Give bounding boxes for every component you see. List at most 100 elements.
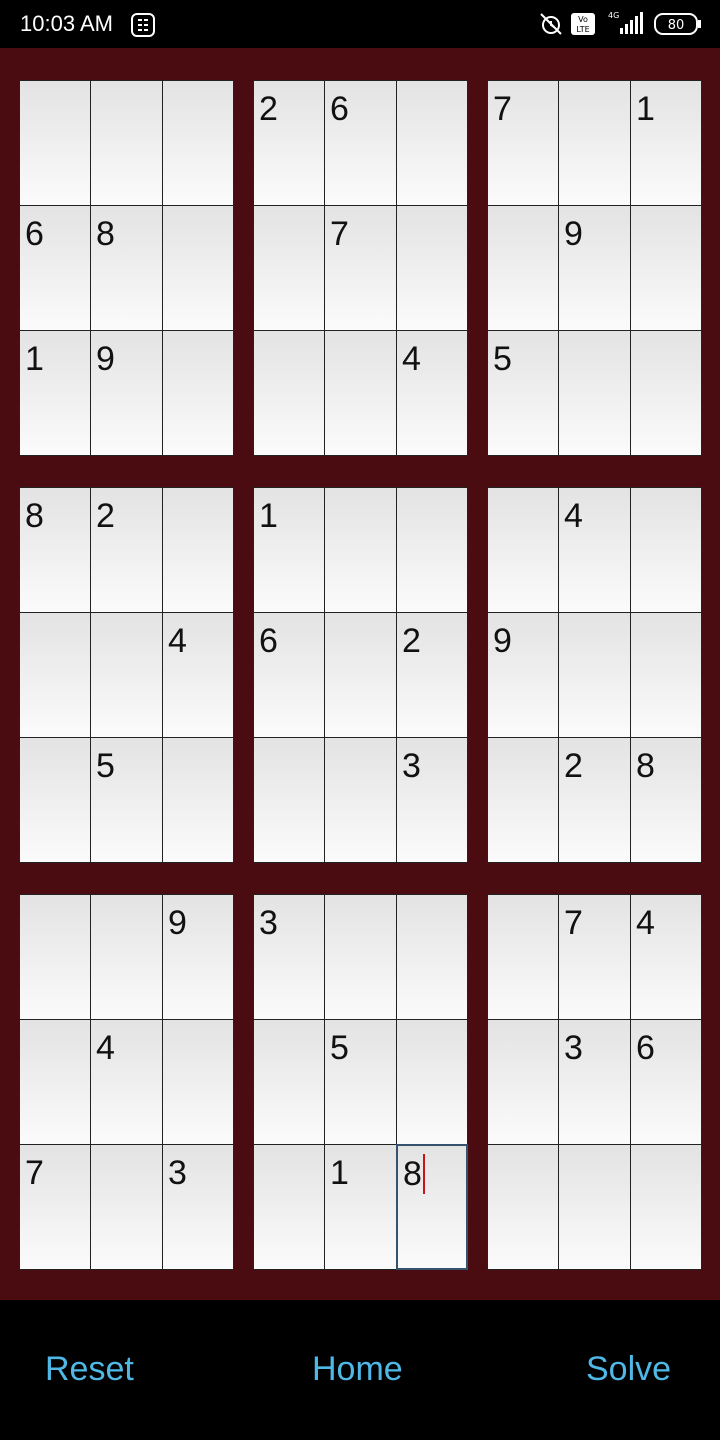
sudoku-cell[interactable]: 6 (19, 205, 91, 331)
sudoku-cell[interactable]: 4 (558, 487, 631, 613)
sudoku-cell[interactable] (487, 894, 559, 1020)
sudoku-cell[interactable] (19, 612, 91, 738)
sudoku-cell[interactable]: 2 (396, 612, 468, 738)
sudoku-cell[interactable] (324, 894, 397, 1020)
sudoku-cell[interactable]: 1 (630, 80, 702, 206)
sudoku-cell[interactable]: 4 (90, 1019, 163, 1145)
cell-value: 9 (168, 904, 187, 942)
sudoku-cell[interactable]: 1 (253, 487, 325, 613)
sudoku-cell[interactable]: 3 (558, 1019, 631, 1145)
sudoku-cell[interactable] (630, 1144, 702, 1270)
sudoku-cell[interactable] (630, 612, 702, 738)
signal-icon: 4G (602, 10, 646, 41)
sudoku-cell[interactable]: 5 (90, 737, 163, 863)
sudoku-cell[interactable] (487, 205, 559, 331)
sudoku-cell[interactable] (162, 80, 234, 206)
sudoku-cell[interactable]: 2 (558, 737, 631, 863)
sudoku-cell[interactable] (487, 487, 559, 613)
sudoku-cell[interactable] (487, 737, 559, 863)
sudoku-cell[interactable] (90, 612, 163, 738)
sudoku-cell[interactable]: 5 (487, 330, 559, 456)
sudoku-cell[interactable]: 7 (324, 205, 397, 331)
sudoku-cell[interactable]: 8 (630, 737, 702, 863)
status-time: 10:03 AM (20, 11, 113, 36)
sudoku-cell[interactable]: 6 (324, 80, 397, 206)
sudoku-cell[interactable] (630, 205, 702, 331)
cell-value: 8 (96, 215, 115, 253)
sudoku-cell[interactable]: 8 (396, 1144, 468, 1270)
sudoku-cell[interactable] (396, 894, 468, 1020)
sudoku-cell[interactable]: 3 (396, 737, 468, 863)
sudoku-cell[interactable] (396, 1019, 468, 1145)
cell-value: 5 (330, 1029, 349, 1067)
cell-value: 6 (330, 90, 349, 128)
sudoku-cell[interactable] (253, 1144, 325, 1270)
sudoku-cell[interactable]: 4 (396, 330, 468, 456)
sudoku-cell[interactable]: 1 (324, 1144, 397, 1270)
cell-value: 7 (330, 215, 349, 253)
sudoku-cell[interactable] (630, 487, 702, 613)
svg-text:Vo: Vo (578, 15, 588, 24)
home-button[interactable]: Home (312, 1350, 403, 1389)
sudoku-cell[interactable] (558, 330, 631, 456)
sudoku-cell[interactable] (396, 487, 468, 613)
sudoku-cell[interactable]: 9 (487, 612, 559, 738)
sudoku-cell[interactable] (558, 80, 631, 206)
sudoku-cell[interactable] (324, 487, 397, 613)
sudoku-cell[interactable]: 9 (558, 205, 631, 331)
sudoku-cell[interactable] (558, 1144, 631, 1270)
sudoku-cell[interactable] (19, 737, 91, 863)
cell-value: 8 (403, 1155, 422, 1193)
sudoku-cell[interactable] (487, 1019, 559, 1145)
sudoku-cell[interactable]: 9 (90, 330, 163, 456)
sudoku-cell[interactable] (19, 894, 91, 1020)
status-bar: 10:03 AM Vo LTE 4G 80 (0, 0, 720, 48)
sudoku-cell[interactable] (162, 205, 234, 331)
sudoku-cell[interactable] (558, 612, 631, 738)
sudoku-cell[interactable] (324, 330, 397, 456)
sudoku-cell[interactable]: 9 (162, 894, 234, 1020)
sudoku-cell[interactable] (324, 737, 397, 863)
sudoku-cell[interactable] (19, 80, 91, 206)
cell-value: 1 (330, 1154, 349, 1192)
sudoku-cell[interactable]: 6 (630, 1019, 702, 1145)
sudoku-cell[interactable]: 8 (90, 205, 163, 331)
sudoku-cell[interactable] (253, 737, 325, 863)
sudoku-cell[interactable] (162, 1019, 234, 1145)
sudoku-cell[interactable]: 2 (253, 80, 325, 206)
solve-button[interactable]: Solve (586, 1350, 671, 1389)
sudoku-cell[interactable] (90, 1144, 163, 1270)
sudoku-cell[interactable] (324, 612, 397, 738)
sudoku-cell[interactable]: 3 (253, 894, 325, 1020)
sudoku-cell[interactable] (396, 205, 468, 331)
sudoku-cell[interactable] (90, 894, 163, 1020)
sudoku-cell[interactable] (253, 1019, 325, 1145)
sudoku-cell[interactable]: 3 (162, 1144, 234, 1270)
sudoku-cell[interactable] (630, 330, 702, 456)
reset-button[interactable]: Reset (45, 1350, 134, 1389)
cell-value: 6 (25, 215, 44, 253)
sudoku-cell[interactable]: 7 (19, 1144, 91, 1270)
sudoku-cell[interactable]: 5 (324, 1019, 397, 1145)
sudoku-cell[interactable] (253, 205, 325, 331)
sudoku-cell[interactable]: 7 (558, 894, 631, 1020)
cell-value: 3 (259, 904, 278, 942)
sudoku-cell[interactable]: 6 (253, 612, 325, 738)
cell-value: 9 (493, 622, 512, 660)
sudoku-cell[interactable]: 4 (162, 612, 234, 738)
sudoku-cell[interactable]: 4 (630, 894, 702, 1020)
sudoku-cell[interactable] (396, 80, 468, 206)
sudoku-cell[interactable]: 7 (487, 80, 559, 206)
sudoku-cell[interactable] (253, 330, 325, 456)
sudoku-cell[interactable]: 1 (19, 330, 91, 456)
sudoku-cell[interactable] (19, 1019, 91, 1145)
sudoku-cell[interactable] (487, 1144, 559, 1270)
sudoku-cell[interactable] (162, 487, 234, 613)
cell-value: 4 (96, 1029, 115, 1067)
sudoku-cell[interactable] (162, 330, 234, 456)
cell-value: 4 (168, 622, 187, 660)
sudoku-cell[interactable] (162, 737, 234, 863)
sudoku-cell[interactable] (90, 80, 163, 206)
sudoku-cell[interactable]: 8 (19, 487, 91, 613)
sudoku-cell[interactable]: 2 (90, 487, 163, 613)
